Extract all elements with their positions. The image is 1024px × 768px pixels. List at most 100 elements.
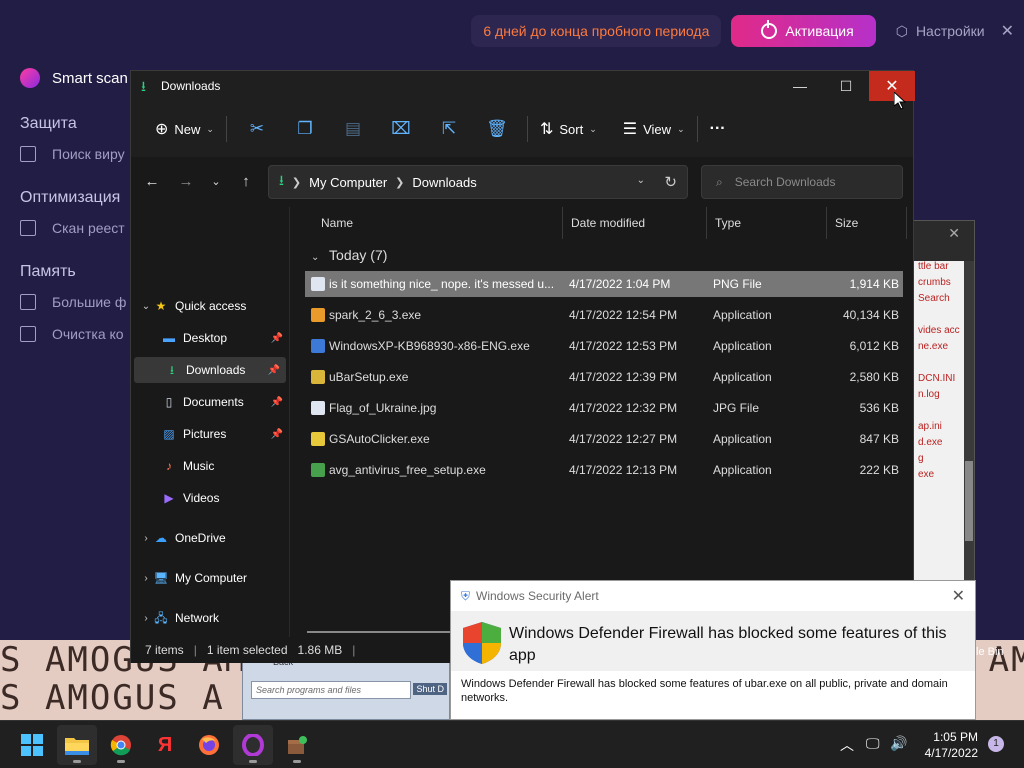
close-button[interactable]: ✕ — [869, 71, 915, 101]
column-header-size[interactable]: Size — [827, 207, 907, 239]
share-icon[interactable]: ⇱ — [425, 113, 473, 145]
taskbar-installer[interactable] — [277, 725, 317, 765]
sidebar-item-smart-scan[interactable]: Smart scan — [0, 60, 140, 96]
nav-item-my-computer[interactable]: › 🖥 My Computer — [131, 565, 289, 591]
nav-item-music[interactable]: ♪ Music — [131, 453, 289, 479]
delete-icon[interactable]: 🗑 — [473, 113, 521, 145]
sidebar-item-virus-scan[interactable]: Поиск виру — [0, 138, 140, 170]
autoclicker-app-icon — [311, 432, 325, 446]
file-name: uBarSetup.exe — [329, 370, 409, 384]
new-button[interactable]: ⊕ New ⌄ — [149, 113, 220, 145]
status-divider: | — [352, 643, 356, 657]
refresh-icon[interactable]: ↻ — [664, 173, 677, 191]
recent-locations-chevron-icon[interactable]: ⌄ — [203, 171, 229, 193]
breadcrumb-downloads[interactable]: Downloads — [412, 175, 476, 190]
up-arrow-icon[interactable]: ↑ — [233, 171, 259, 193]
chevron-up-icon[interactable]: ︿ — [840, 735, 854, 755]
nav-item-quick-access[interactable]: ⌄ ★ Quick access — [131, 293, 289, 319]
column-header-type[interactable]: Type — [707, 207, 827, 239]
maximize-button[interactable]: ☐ — [823, 71, 869, 101]
taskbar-file-explorer[interactable] — [57, 725, 97, 765]
nav-item-desktop[interactable]: ▬ Desktop 📌 — [131, 325, 289, 351]
close-icon[interactable]: ✕ — [906, 221, 974, 249]
taskbar: Я ︿ 🖵 🔊 1:05 PM 4/17/2022 1 — [0, 720, 1024, 768]
new-label: New — [174, 121, 201, 137]
file-row[interactable]: GSAutoClicker.exe 4/17/2022 12:27 PM Appli… — [305, 426, 903, 452]
taskbar-opera[interactable] — [233, 725, 273, 765]
file-explorer-icon — [65, 738, 89, 755]
pin-icon[interactable]: 📌 — [271, 429, 283, 440]
network-icon[interactable]: 🖵 — [866, 735, 880, 752]
paste-icon[interactable]: ▤ — [329, 113, 377, 145]
chevron-down-icon: ⌄ — [589, 123, 597, 134]
scrollbar-thumb[interactable] — [965, 461, 973, 541]
sidebar-item-large-files[interactable]: Большие ф — [0, 286, 140, 318]
taskbar-chrome[interactable] — [101, 725, 141, 765]
title-bar[interactable]: ⭳ Downloads — ☐ ✕ — [131, 71, 915, 101]
nav-item-pictures[interactable]: ▨ Pictures 📌 — [131, 421, 289, 447]
cut-icon[interactable]: ✂ — [233, 113, 281, 145]
notification-badge[interactable]: 1 — [988, 736, 1004, 752]
background-text-line — [914, 309, 969, 325]
clock[interactable]: 1:05 PM 4/17/2022 — [925, 729, 978, 761]
column-header-name[interactable]: Name — [311, 207, 563, 239]
group-label: Today (7) — [329, 247, 388, 263]
chevron-right-icon[interactable]: › — [139, 573, 153, 584]
column-header-date[interactable]: Date modified — [563, 207, 707, 239]
shutdown-button[interactable]: Shut D — [413, 683, 447, 695]
nav-item-documents[interactable]: ▯ Documents 📌 — [131, 389, 289, 415]
chevron-down-icon[interactable]: ⌄ — [139, 301, 153, 312]
address-bar[interactable]: ⭳ ❯ My Computer ❯ Downloads ⌄ ↻ — [268, 165, 688, 199]
clock-time: 1:05 PM — [933, 730, 978, 744]
start-search-input[interactable]: Search programs and files — [251, 681, 411, 699]
settings-button[interactable]: ⬡ Настройки — [896, 23, 985, 40]
taskbar-firefox[interactable] — [189, 725, 229, 765]
horizontal-scrollbar[interactable] — [307, 631, 451, 633]
section-title-protection: Защита — [20, 115, 77, 132]
chevron-down-icon: ⌄ — [677, 123, 685, 134]
pin-icon[interactable]: 📌 — [268, 365, 280, 376]
column-headers: Name Date modified Type Size — [301, 207, 907, 239]
view-button[interactable]: ☰ View ⌄ — [617, 113, 691, 145]
nav-item-videos[interactable]: ▶ Videos — [131, 485, 289, 511]
file-row[interactable]: is it something nice_ nope. it's messed … — [305, 271, 903, 297]
nav-item-onedrive[interactable]: › ☁ OneDrive — [131, 525, 289, 551]
sidebar-item-cleanup[interactable]: Очистка ко — [0, 318, 140, 350]
back-arrow-icon[interactable]: ← — [139, 171, 165, 193]
taskbar-yandex[interactable]: Я — [145, 725, 185, 765]
minimize-button[interactable]: — — [777, 71, 823, 101]
recycle-bin-label[interactable]: le Bin — [976, 646, 1004, 658]
breadcrumb-my-computer[interactable]: My Computer — [309, 175, 387, 190]
mouse-cursor-icon — [894, 92, 906, 110]
close-icon[interactable]: ✕ — [952, 586, 965, 606]
close-icon[interactable]: ✕ — [1001, 21, 1014, 41]
start-button[interactable] — [12, 725, 52, 765]
group-header-today[interactable]: ⌄ Today (7) — [311, 247, 387, 263]
nav-item-downloads[interactable]: ⭳ Downloads 📌 — [134, 357, 286, 383]
file-type: JPG File — [713, 401, 760, 415]
chevron-right-icon[interactable]: › — [139, 613, 153, 624]
nav-item-network[interactable]: › 🖧 Network — [131, 605, 289, 631]
search-input[interactable]: ⌕ Search Downloads — [701, 165, 903, 199]
copy-icon[interactable]: ❐ — [281, 113, 329, 145]
file-row[interactable]: WindowsXP-KB968930-x86-ENG.exe 4/17/2022 … — [305, 333, 903, 359]
dialog-titlebar[interactable]: ⛨ Windows Security Alert — [451, 581, 975, 611]
chevron-down-icon[interactable]: ⌄ — [637, 175, 645, 186]
volume-icon[interactable]: 🔊 — [890, 735, 907, 752]
file-row[interactable]: uBarSetup.exe 4/17/2022 12:39 PM Applicati… — [305, 364, 903, 390]
pin-icon[interactable]: 📌 — [271, 397, 283, 408]
file-row[interactable]: spark_2_6_3.exe 4/17/2022 12:54 PM Applica… — [305, 302, 903, 328]
pin-icon[interactable]: 📌 — [271, 333, 283, 344]
chevron-right-icon[interactable]: › — [139, 533, 153, 544]
file-row[interactable]: avg_antivirus_free_setup.exe 4/17/2022 12… — [305, 457, 903, 483]
scrollbar[interactable] — [964, 261, 974, 581]
sort-button[interactable]: ⇅ Sort ⌄ — [534, 113, 603, 145]
file-row[interactable]: Flag_of_Ukraine.jpg 4/17/2022 12:32 PM JPG… — [305, 395, 903, 421]
forward-arrow-icon[interactable]: → — [173, 171, 199, 193]
rename-icon[interactable]: ⌧ — [377, 113, 425, 145]
file-date: 4/17/2022 12:53 PM — [569, 339, 678, 353]
sidebar-item-registry-scan[interactable]: Скан реест — [0, 212, 140, 244]
more-options-button[interactable]: ··· — [704, 113, 732, 145]
activate-button[interactable]: Активация — [731, 15, 876, 47]
pane-divider[interactable] — [289, 207, 290, 637]
